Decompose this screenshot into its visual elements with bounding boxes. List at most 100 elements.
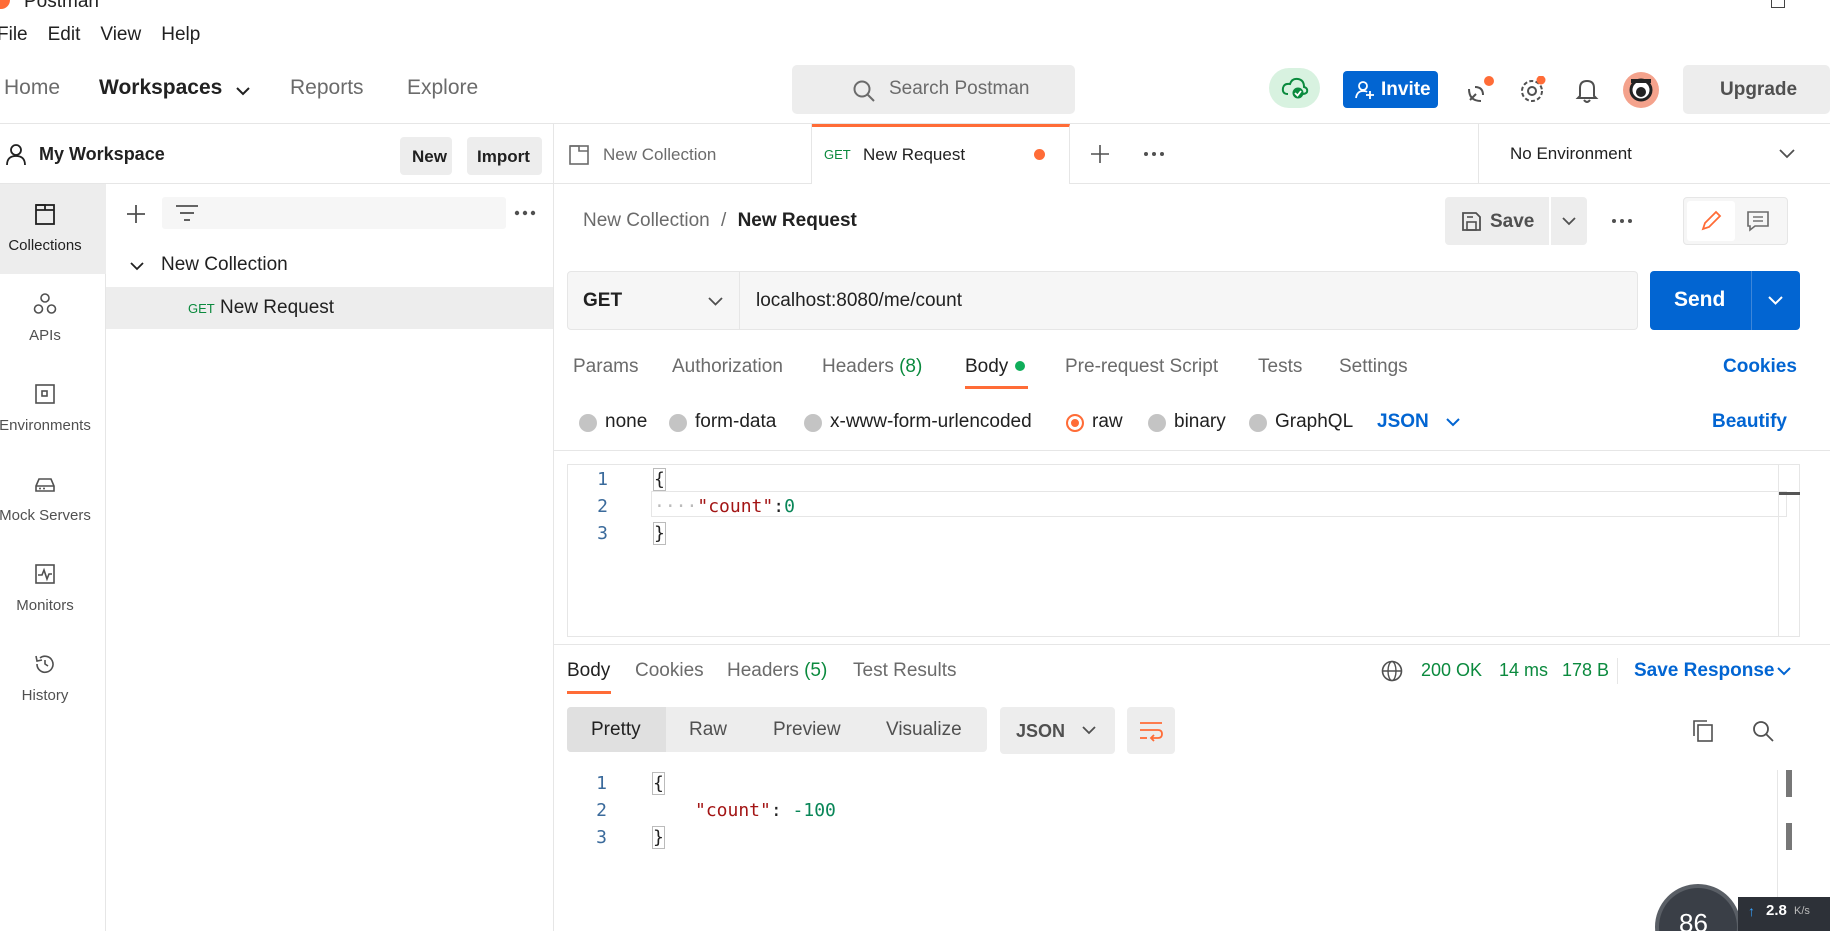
new-tab-icon[interactable] xyxy=(1090,144,1110,164)
breadcrumb-current[interactable]: New Request xyxy=(738,210,857,231)
method-select[interactable]: GET xyxy=(567,271,740,330)
breadcrumb-parent[interactable]: New Collection xyxy=(583,210,710,231)
response-size[interactable]: 178 B xyxy=(1562,660,1609,681)
scrollbar-thumb[interactable] xyxy=(1786,823,1792,850)
settings-gear-icon[interactable] xyxy=(1519,76,1547,104)
send-divider xyxy=(1751,271,1752,330)
globe-icon[interactable] xyxy=(1381,660,1403,682)
environment-selector[interactable]: No Environment xyxy=(1478,124,1830,184)
response-tab-body[interactable]: Body xyxy=(567,660,610,682)
menu-help[interactable]: Help xyxy=(161,24,200,56)
tab-params[interactable]: Params xyxy=(573,356,638,378)
json-colon: : xyxy=(773,496,785,517)
upgrade-button[interactable]: Upgrade xyxy=(1683,65,1830,114)
satellite-icon[interactable] xyxy=(1466,76,1494,104)
radio-dot xyxy=(804,414,822,432)
chevron-down-icon[interactable] xyxy=(1768,296,1783,305)
environments-icon xyxy=(35,384,55,404)
save-button[interactable]: Save xyxy=(1445,197,1549,245)
rail-environments[interactable]: Environments xyxy=(0,364,106,454)
response-time[interactable]: 14 ms xyxy=(1499,660,1548,681)
import-button[interactable]: Import xyxy=(467,137,542,175)
body-indicator-dot xyxy=(1015,361,1026,371)
tree-request-name: New Request xyxy=(220,297,335,318)
rail-collections[interactable]: Collections xyxy=(0,184,106,274)
invite-label: Invite xyxy=(1381,79,1431,100)
chevron-down-icon xyxy=(1082,726,1096,735)
tab-pre-request-script[interactable]: Pre-request Script xyxy=(1065,356,1218,378)
chevron-down-icon[interactable] xyxy=(1777,667,1791,676)
breadcrumb-separator: / xyxy=(721,210,727,231)
speed-panel: ↑ 2.8 K/s xyxy=(1738,897,1830,931)
nav-home[interactable]: Home xyxy=(4,76,60,100)
tab-new-request[interactable]: GET New Request xyxy=(812,124,1070,184)
view-visualize[interactable]: Visualize xyxy=(865,707,987,752)
rail-mock-servers[interactable]: Mock Servers xyxy=(0,454,106,544)
comment-icon[interactable] xyxy=(1746,210,1770,232)
notifications-bell-icon[interactable] xyxy=(1573,76,1601,104)
more-actions-icon[interactable] xyxy=(1611,218,1633,224)
raw-format-select[interactable]: JSON xyxy=(1377,411,1429,433)
filter-input[interactable] xyxy=(162,197,506,229)
sync-status[interactable] xyxy=(1269,68,1320,108)
nav-reports[interactable]: Reports xyxy=(290,76,364,100)
response-tab-headers[interactable]: Headers (5) xyxy=(727,660,827,682)
copy-icon[interactable] xyxy=(1692,719,1714,743)
url-input[interactable]: localhost:8080/me/count xyxy=(740,271,1638,330)
response-body-viewer[interactable]: 1 2 3 { "count": -100 } xyxy=(567,770,1800,931)
save-response-button[interactable]: Save Response xyxy=(1634,660,1774,682)
avatar[interactable] xyxy=(1622,71,1660,109)
environment-label: No Environment xyxy=(1510,144,1632,163)
response-tab-test-results[interactable]: Test Results xyxy=(853,660,956,682)
send-label: Send xyxy=(1674,288,1726,311)
wrap-lines-button[interactable] xyxy=(1127,707,1175,754)
new-button[interactable]: New xyxy=(400,137,452,175)
nav-explore[interactable]: Explore xyxy=(407,76,478,100)
response-format-select[interactable]: JSON xyxy=(1000,707,1115,754)
menu-view[interactable]: View xyxy=(100,24,141,56)
breadcrumb: New Collection / New Request xyxy=(583,210,857,232)
line-number: 1 xyxy=(596,773,607,794)
rail-monitors[interactable]: Monitors xyxy=(0,544,106,634)
beautify-link[interactable]: Beautify xyxy=(1712,411,1787,433)
response-tab-cookies[interactable]: Cookies xyxy=(635,660,704,682)
radio-label: GraphQL xyxy=(1275,411,1354,432)
rail-apis[interactable]: APIs xyxy=(0,274,106,364)
cookies-link[interactable]: Cookies xyxy=(1723,356,1797,378)
rail-history[interactable]: History xyxy=(0,634,106,724)
response-headers-label: Headers xyxy=(727,660,799,681)
send-button[interactable]: Send xyxy=(1650,271,1800,330)
scrollbar-thumb[interactable] xyxy=(1786,770,1792,797)
tree-collection-row[interactable]: New Collection xyxy=(106,244,553,286)
more-tabs-icon[interactable] xyxy=(1143,151,1165,157)
tab-headers[interactable]: Headers (8) xyxy=(822,356,922,378)
edit-mode-button[interactable] xyxy=(1687,201,1735,241)
search-response-icon[interactable] xyxy=(1752,720,1774,742)
tab-authorization[interactable]: Authorization xyxy=(672,356,783,378)
maximize-icon[interactable] xyxy=(1771,0,1785,8)
tab-body[interactable]: Body xyxy=(965,356,1026,378)
more-options-icon[interactable] xyxy=(514,210,536,216)
nav-workspaces[interactable]: Workspaces xyxy=(99,76,222,100)
menu-file[interactable]: File xyxy=(0,24,28,56)
response-status[interactable]: 200 OK xyxy=(1421,660,1482,681)
view-preview[interactable]: Preview xyxy=(750,707,865,752)
request-body-editor[interactable]: 1 2 3 { ····"count":0 } xyxy=(567,464,1800,637)
invite-button[interactable]: Invite xyxy=(1343,71,1438,108)
line-number: 1 xyxy=(597,469,608,490)
tab-tests[interactable]: Tests xyxy=(1258,356,1302,378)
response-headers-count: (5) xyxy=(804,660,828,681)
response-divider[interactable] xyxy=(554,644,1830,645)
tab-new-collection[interactable]: New Collection xyxy=(554,124,812,184)
tab-settings[interactable]: Settings xyxy=(1339,356,1408,378)
workspace-name[interactable]: My Workspace xyxy=(39,144,165,165)
chevron-down-icon[interactable] xyxy=(236,86,250,96)
search-box[interactable]: Search Postman xyxy=(792,65,1075,114)
save-dropdown[interactable] xyxy=(1551,197,1587,245)
tree-request-row[interactable]: GET New Request xyxy=(106,287,553,329)
view-raw[interactable]: Raw xyxy=(666,707,750,752)
add-collection-icon[interactable] xyxy=(126,204,146,224)
chevron-down-icon[interactable] xyxy=(1446,418,1460,427)
menu-edit[interactable]: Edit xyxy=(48,24,81,56)
view-pretty[interactable]: Pretty xyxy=(567,707,666,752)
